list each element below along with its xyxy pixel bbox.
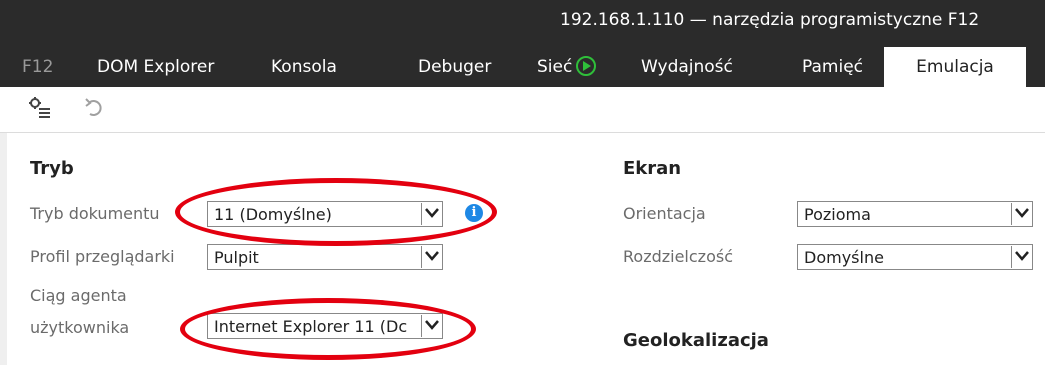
tab-dom-explorer[interactable]: DOM Explorer	[97, 47, 214, 87]
highlight-ellipse-user-agent	[180, 298, 476, 360]
tab-bar: F12 DOM Explorer Konsola Debuger Sieć Wy…	[0, 47, 1045, 87]
tab-debugger[interactable]: Debuger	[418, 47, 491, 87]
browser-profile-value: Pulpit	[214, 248, 259, 267]
user-agent-label-line2: użytkownika	[30, 318, 130, 337]
tab-console[interactable]: Konsola	[271, 47, 337, 87]
tab-memory[interactable]: Pamięć	[802, 47, 863, 87]
emulation-panel: Tryb Tryb dokumentu 11 (Domyślne) i Prof…	[0, 133, 1045, 365]
tab-emulation[interactable]: Emulacja	[884, 47, 1026, 87]
tab-network-label: Sieć	[537, 57, 573, 77]
screen-heading: Ekran	[623, 158, 682, 179]
undo-icon[interactable]	[82, 95, 108, 121]
chevron-down-icon	[1011, 246, 1031, 268]
settings-list-icon[interactable]	[26, 95, 52, 121]
resolution-select[interactable]: Domyślne	[797, 244, 1033, 270]
document-mode-label: Tryb dokumentu	[30, 204, 160, 223]
tab-f12[interactable]: F12	[22, 47, 53, 87]
play-icon	[576, 56, 597, 76]
browser-profile-label: Profil przeglądarki	[30, 247, 175, 266]
chevron-down-icon	[1011, 203, 1031, 225]
user-agent-label-line1: Ciąg agenta	[30, 286, 127, 305]
orientation-label: Orientacja	[623, 204, 706, 223]
tab-network[interactable]: Sieć	[537, 47, 597, 87]
highlight-ellipse-document-mode	[175, 178, 497, 246]
resolution-value: Domyślne	[804, 248, 884, 267]
toolbar	[0, 87, 1045, 133]
chevron-down-icon	[421, 246, 441, 268]
resolution-label: Rozdzielczość	[623, 247, 733, 266]
title-bar: 192.168.1.110 — narzędzia programistyczn…	[0, 0, 1045, 47]
mode-heading: Tryb	[30, 158, 74, 179]
geolocation-heading: Geolokalizacja	[623, 330, 769, 351]
browser-profile-select[interactable]: Pulpit	[207, 244, 443, 270]
window-title: 192.168.1.110 — narzędzia programistyczn…	[560, 10, 980, 30]
tab-performance[interactable]: Wydajność	[641, 47, 733, 87]
orientation-value: Pozioma	[804, 205, 871, 224]
orientation-select[interactable]: Pozioma	[797, 201, 1033, 227]
